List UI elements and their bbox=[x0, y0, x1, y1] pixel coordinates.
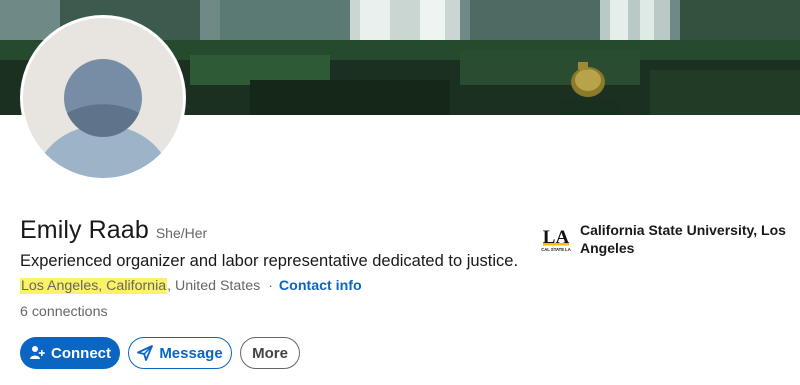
location-country: , United States bbox=[167, 278, 261, 294]
logo-subtext: CAL STATE LA bbox=[541, 247, 571, 252]
education-link[interactable]: LA CAL STATE LA California State Univers… bbox=[540, 221, 795, 257]
contact-info-link[interactable]: Contact info bbox=[279, 278, 362, 294]
profile-name: Emily Raab bbox=[20, 216, 149, 244]
send-icon bbox=[137, 345, 154, 361]
separator-dot: · bbox=[268, 278, 273, 294]
connections-link[interactable]: 6 connections bbox=[20, 304, 108, 320]
connections-label: connections bbox=[27, 304, 108, 320]
school-name: California State University, Los Angeles bbox=[580, 222, 786, 256]
location-row: Los Angeles, California , United States … bbox=[20, 278, 362, 294]
connect-button[interactable]: Connect bbox=[20, 337, 120, 369]
add-person-icon bbox=[29, 345, 45, 361]
connections-count: 6 bbox=[20, 304, 28, 320]
pronouns: She/Her bbox=[155, 225, 208, 241]
connect-label: Connect bbox=[51, 344, 111, 362]
person-placeholder-icon bbox=[23, 18, 183, 178]
more-button[interactable]: More bbox=[240, 337, 300, 369]
message-button[interactable]: Message bbox=[128, 337, 232, 369]
message-label: Message bbox=[159, 344, 223, 362]
profile-avatar[interactable] bbox=[20, 15, 186, 181]
location-city: Los Angeles, California bbox=[20, 278, 168, 294]
more-label: More bbox=[252, 344, 288, 362]
name-row: Emily Raab She/Her bbox=[20, 216, 207, 245]
profile-headline: Experienced organizer and labor represen… bbox=[20, 252, 519, 270]
school-logo: LA CAL STATE LA bbox=[540, 222, 572, 254]
